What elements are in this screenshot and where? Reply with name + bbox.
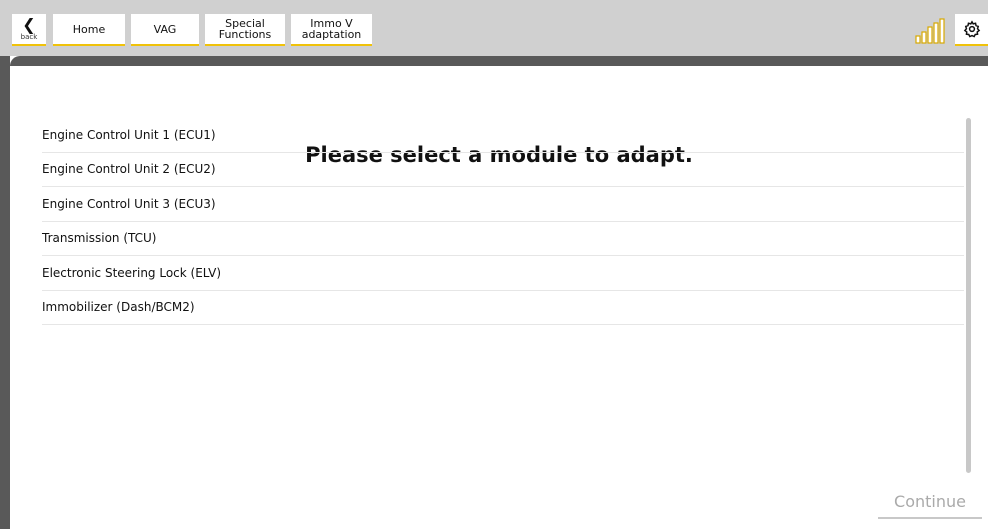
breadcrumb-home[interactable]: Home [53, 14, 125, 46]
breadcrumb-vag[interactable]: VAG [131, 14, 199, 46]
settings-button[interactable] [955, 14, 988, 46]
back-label: back [20, 33, 38, 41]
module-list: Engine Control Unit 1 (ECU1) Engine Cont… [42, 118, 964, 325]
left-frame-bar [0, 56, 10, 529]
module-item-ecu3[interactable]: Engine Control Unit 3 (ECU3) [42, 187, 964, 222]
back-button[interactable]: ❮ back [12, 14, 46, 46]
module-item-ecu2[interactable]: Engine Control Unit 2 (ECU2) [42, 153, 964, 187]
breadcrumb-immo-v-adaptation[interactable]: Immo V adaptation [291, 14, 372, 46]
gear-icon [963, 20, 980, 38]
top-toolbar: ❮ back Home VAG Special Functions Immo V… [0, 0, 988, 56]
chevron-left-icon: ❮ [22, 15, 36, 34]
signal-strength-icon [915, 18, 945, 44]
content-frame-top [10, 56, 988, 66]
breadcrumb-special-functions[interactable]: Special Functions [205, 14, 285, 46]
module-item-elv[interactable]: Electronic Steering Lock (ELV) [42, 256, 964, 291]
module-item-ecu1[interactable]: Engine Control Unit 1 (ECU1) [42, 118, 964, 153]
continue-button[interactable]: Continue [878, 486, 982, 519]
module-item-tcu[interactable]: Transmission (TCU) [42, 222, 964, 256]
scrollbar-thumb[interactable] [966, 118, 971, 473]
module-item-immobilizer[interactable]: Immobilizer (Dash/BCM2) [42, 291, 964, 325]
app-window: ❮ back Home VAG Special Functions Immo V… [0, 0, 988, 529]
